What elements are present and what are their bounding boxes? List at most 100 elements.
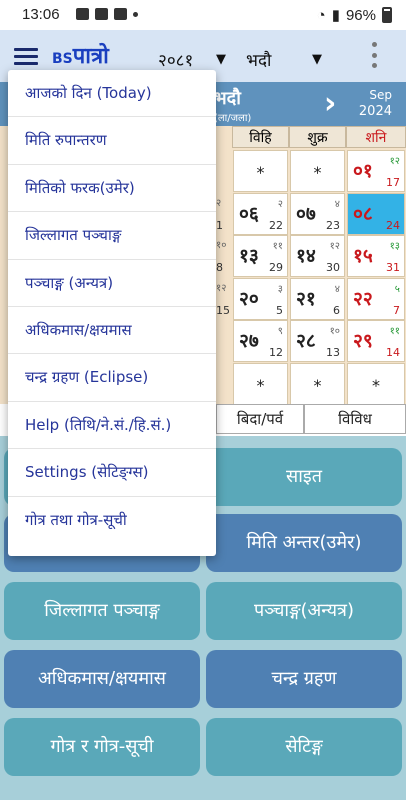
day-number: १५ bbox=[353, 245, 373, 267]
english-date: 6 bbox=[333, 303, 340, 317]
calendar-day-cell[interactable]: १३ ११ 29 bbox=[233, 235, 288, 277]
day-number: १४ bbox=[296, 245, 316, 267]
tithi-number: १० bbox=[329, 326, 340, 337]
calendar-day-cell[interactable]: १५ १३ 31 bbox=[347, 235, 405, 277]
english-date: 22 bbox=[269, 218, 283, 232]
day-number: २९ bbox=[353, 330, 373, 352]
menu-item-district-panchang[interactable]: जिल्लागत पञ्चाङ्ग bbox=[8, 212, 216, 260]
calendar-day-cell[interactable]: २१ ४ 6 bbox=[290, 277, 345, 320]
partial-tithi-number: १० bbox=[216, 240, 227, 251]
english-date: 31 bbox=[386, 261, 400, 274]
empty-day-marker: * bbox=[313, 163, 322, 182]
tab-misc[interactable]: विविध bbox=[304, 404, 406, 434]
tithi-number: २ bbox=[277, 198, 283, 210]
calendar-day-cell[interactable]: ०७ ४ 23 bbox=[290, 192, 345, 235]
more-dot-icon bbox=[133, 11, 138, 17]
weekday-saturday: शनि bbox=[346, 126, 406, 148]
panchang-other-button[interactable]: पञ्चाङ्ग(अन्यत्र) bbox=[206, 582, 402, 640]
saita-button[interactable]: साइत bbox=[206, 448, 402, 506]
calendar-day-cell[interactable]: * bbox=[233, 362, 288, 405]
month-select[interactable]: भदौ bbox=[246, 48, 271, 71]
english-date: 5 bbox=[276, 303, 283, 317]
menu-item-adhikmas[interactable]: अधिकमास/क्षयमास bbox=[8, 307, 216, 355]
calendar-day-cell[interactable]: ०१ १२ 17 bbox=[347, 150, 405, 192]
settings-button[interactable]: सेटिङ्ग bbox=[206, 718, 402, 776]
calendar-day-cell[interactable]: २८ १० 13 bbox=[290, 320, 345, 362]
image-icon bbox=[95, 8, 108, 20]
day-number: ०७ bbox=[296, 202, 316, 225]
english-date: 29 bbox=[269, 261, 283, 274]
empty-day-marker: * bbox=[313, 375, 322, 395]
day-number: २१ bbox=[296, 287, 316, 310]
calendar-day-cell[interactable]: ०८ 24 bbox=[347, 192, 405, 235]
tab-holidays[interactable]: बिदा/पर्व bbox=[216, 404, 304, 434]
english-date: 23 bbox=[326, 218, 340, 232]
app-brand: BSपात्रो bbox=[52, 40, 109, 70]
calendar-day-cell[interactable]: ०६ २ 22 bbox=[233, 192, 288, 235]
menu-item-date-difference[interactable]: मितिको फरक(उमेर) bbox=[8, 165, 216, 213]
calendar-day-cell[interactable]: १४ १२ 30 bbox=[290, 235, 345, 277]
day-number: ०६ bbox=[239, 202, 259, 225]
month-dropdown-icon[interactable]: ▼ bbox=[312, 52, 322, 67]
calendar-day-cell[interactable]: * bbox=[290, 150, 345, 192]
date-difference-button[interactable]: मिति अन्तर(उमेर) bbox=[206, 514, 402, 572]
calendar-day-cell[interactable]: * bbox=[233, 150, 288, 192]
signal-icon: ▮ bbox=[331, 7, 340, 24]
menu-icon[interactable] bbox=[14, 48, 38, 66]
month-subtitle: (ला/जला) bbox=[214, 113, 252, 124]
english-month: Sep bbox=[369, 88, 392, 102]
english-date: 24 bbox=[386, 218, 400, 232]
tithi-number: ५ bbox=[394, 283, 400, 295]
tithi-number: ४ bbox=[334, 198, 340, 210]
calendar-day-cell[interactable]: * bbox=[347, 362, 405, 405]
partial-tithi-number: २ bbox=[216, 197, 222, 209]
overflow-menu-icon[interactable] bbox=[370, 42, 378, 68]
menu-item-eclipse[interactable]: चन्द्र ग्रहण (Eclipse) bbox=[8, 354, 216, 402]
tithi-number: ९ bbox=[277, 326, 283, 337]
day-number: ०८ bbox=[353, 202, 373, 225]
english-date: 17 bbox=[386, 176, 400, 189]
empty-day-marker: * bbox=[372, 375, 380, 395]
menu-item-date-conversion[interactable]: मिति रुपान्तरण bbox=[8, 117, 216, 165]
battery-percent: 96% bbox=[345, 6, 376, 24]
calendar-day-cell[interactable]: २७ ९ 12 bbox=[233, 320, 288, 362]
day-number: २८ bbox=[296, 330, 316, 352]
system-icons: ◔ ▮ 96% bbox=[317, 6, 392, 24]
partial-english-date: 8 bbox=[216, 261, 223, 274]
day-number: ०१ bbox=[353, 160, 373, 182]
english-year: 2024 bbox=[358, 104, 392, 119]
calendar-day-cell[interactable]: २२ ५ 7 bbox=[347, 277, 405, 320]
year-dropdown-icon[interactable]: ▼ bbox=[216, 52, 226, 67]
partial-english-date: 15 bbox=[216, 303, 230, 317]
day-number: १३ bbox=[239, 245, 259, 267]
month-name: भदौ bbox=[214, 88, 241, 109]
tithi-number: १३ bbox=[389, 241, 400, 252]
weekday-friday: शुक्र bbox=[289, 126, 346, 148]
tithi-number: ३ bbox=[277, 283, 283, 295]
menu-item-today[interactable]: आजको दिन (Today) bbox=[8, 70, 216, 118]
calendar-day-cell[interactable]: २९ ११ 14 bbox=[347, 320, 405, 362]
youtube-icon bbox=[114, 8, 127, 20]
gotra-button[interactable]: गोत्र र गोत्र-सूची bbox=[4, 718, 200, 776]
calendar-day-cell[interactable]: * bbox=[290, 362, 345, 405]
menu-item-gotra[interactable]: गोत्र तथा गोत्र-सूची bbox=[8, 497, 216, 544]
adhikmas-button[interactable]: अधिकमास/क्षयमास bbox=[4, 650, 200, 708]
status-time: 13:06 bbox=[22, 6, 60, 23]
wifi-icon: ◔ bbox=[316, 6, 326, 24]
tithi-number: ११ bbox=[389, 326, 400, 337]
partial-english-date: 1 bbox=[216, 218, 223, 232]
tithi-number: १२ bbox=[329, 241, 340, 252]
english-date: 30 bbox=[326, 261, 340, 274]
notification-icon bbox=[76, 8, 89, 20]
menu-item-settings[interactable]: Settings (सेटिङ्ग्स) bbox=[8, 449, 216, 497]
menu-item-help[interactable]: Help (तिथि/ने.सं./हि.सं.) bbox=[8, 402, 216, 450]
lunar-eclipse-button[interactable]: चन्द्र ग्रहण bbox=[206, 650, 402, 708]
next-month-icon[interactable]: › bbox=[324, 86, 336, 121]
day-number: २२ bbox=[353, 287, 373, 310]
navigation-drawer: आजको दिन (Today) मिति रुपान्तरण मितिको फ… bbox=[8, 70, 216, 556]
district-panchang-button[interactable]: जिल्लागत पञ्चाङ्ग bbox=[4, 582, 200, 640]
year-select[interactable]: २०८१ bbox=[158, 48, 193, 71]
day-number: २० bbox=[239, 287, 259, 310]
menu-item-panchang-other[interactable]: पञ्चाङ्ग (अन्यत्र) bbox=[8, 260, 216, 307]
calendar-day-cell[interactable]: २० ३ 5 bbox=[233, 277, 288, 320]
